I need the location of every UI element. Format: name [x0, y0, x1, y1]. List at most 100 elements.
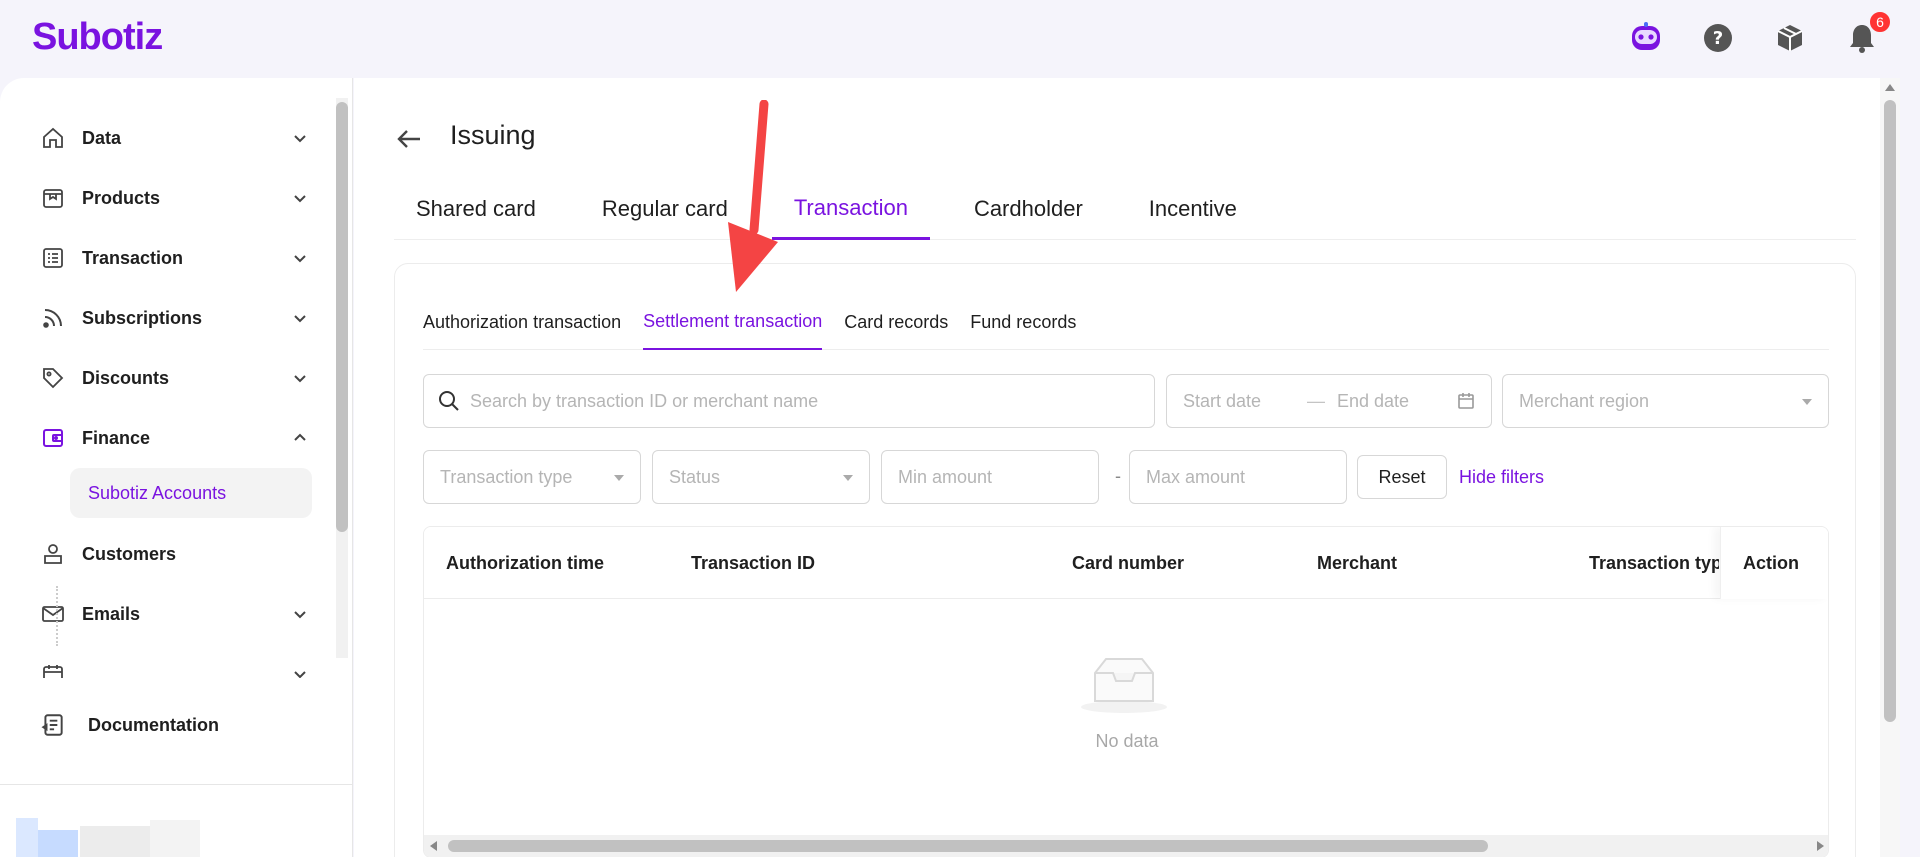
main-tabs: Shared card Regular card Transaction Car… [394, 178, 1856, 240]
sidebar-item-label: Data [82, 127, 122, 148]
chevron-down-icon [294, 315, 306, 323]
divider [0, 784, 352, 785]
sidebar-nav: Data Products Transaction Subscriptions [0, 108, 330, 678]
merchant-region-select[interactable]: Merchant region [1502, 374, 1829, 428]
sidebar-item-transaction[interactable]: Transaction [0, 228, 330, 288]
chevron-down-icon [294, 255, 306, 263]
top-icons: ? 6 [1628, 10, 1892, 56]
help-icon[interactable]: ? [1700, 20, 1736, 56]
chevron-up-icon [294, 433, 306, 441]
sidebar-scrollbar[interactable] [332, 78, 352, 678]
search-icon [439, 391, 459, 411]
search-input[interactable]: Search by transaction ID or merchant nam… [423, 374, 1155, 428]
sidebar-item-data[interactable]: Data [0, 108, 330, 168]
search-placeholder: Search by transaction ID or merchant nam… [470, 390, 819, 411]
tab-regular-card[interactable]: Regular card [580, 178, 750, 240]
caret-down-icon [1802, 399, 1812, 405]
column-header[interactable]: Transaction typ [1589, 553, 1719, 574]
subtab-settlement-transaction[interactable]: Settlement transaction [643, 294, 823, 350]
amount-range-separator: - [1115, 466, 1121, 486]
tab-shared-card[interactable]: Shared card [394, 178, 558, 240]
subtab-authorization-transaction[interactable]: Authorization transaction [423, 294, 621, 350]
sidebar-item-discounts[interactable]: Discounts [0, 348, 330, 408]
tab-transaction[interactable]: Transaction [771, 178, 930, 240]
sidebar-item-label: Finance [82, 427, 151, 448]
home-icon [40, 125, 66, 151]
user-icon [40, 541, 66, 567]
transactions-table: Authorization time Transaction ID Card n… [423, 526, 1829, 857]
tree-connector [56, 586, 58, 646]
sidebar-item-label: Emails [82, 603, 141, 624]
reset-button[interactable]: Reset [1357, 455, 1447, 499]
subtab-card-records[interactable]: Card records [844, 294, 948, 350]
tab-cardholder[interactable]: Cardholder [952, 178, 1105, 240]
transaction-type-select[interactable]: Transaction type [423, 450, 641, 504]
sidebar-subitem-subotiz-accounts[interactable]: Subotiz Accounts [70, 468, 312, 518]
end-date-field[interactable]: End date [1337, 391, 1409, 412]
scroll-left-icon[interactable] [430, 841, 437, 851]
chevron-down-icon [294, 135, 306, 143]
back-arrow-icon[interactable] [394, 124, 424, 154]
sidebar-item-label: Customers [82, 543, 177, 564]
date-range-picker[interactable]: Start date — End date [1166, 374, 1492, 428]
main-scrollbar[interactable] [1880, 78, 1900, 857]
empty-inbox-icon [1081, 658, 1167, 713]
sidebar-item-products[interactable]: Products [0, 168, 330, 228]
sub-tabs: Authorization transaction Settlement tra… [423, 294, 1829, 350]
scrollbar-thumb[interactable] [448, 840, 1488, 852]
max-amount-placeholder: Max amount [1146, 466, 1246, 487]
chevron-down-icon [294, 195, 306, 203]
caret-down-icon [843, 475, 853, 481]
sidebar-item-label: Subscriptions [82, 307, 203, 328]
min-amount-input[interactable]: Min amount [881, 450, 1099, 504]
start-date-field[interactable]: Start date [1183, 391, 1307, 412]
sidebar-item-partial[interactable] [0, 644, 330, 678]
assistant-bot-icon[interactable] [1628, 20, 1664, 56]
hide-filters-link[interactable]: Hide filters [1459, 467, 1544, 488]
chevron-down-icon [294, 671, 306, 678]
empty-state-text: No data [1095, 731, 1159, 751]
tag-icon [40, 365, 66, 391]
notification-badge: 6 [1868, 10, 1892, 34]
chevron-down-icon [294, 611, 306, 619]
column-header[interactable]: Authorization time [446, 553, 604, 574]
column-header[interactable]: Transaction ID [691, 553, 815, 574]
status-placeholder: Status [669, 466, 721, 487]
max-amount-input[interactable]: Max amount [1129, 450, 1347, 504]
product-icon [40, 185, 66, 211]
status-select[interactable]: Status [652, 450, 870, 504]
date-separator: — [1307, 390, 1325, 411]
calendar-icon [40, 661, 66, 678]
top-bar: Subotiz ? 6 [0, 0, 1920, 78]
rss-icon [40, 305, 66, 331]
column-header[interactable]: Card number [1072, 553, 1184, 574]
column-header[interactable]: Action [1743, 553, 1799, 574]
sidebar-item-subscriptions[interactable]: Subscriptions [0, 288, 330, 348]
min-amount-placeholder: Min amount [898, 466, 993, 487]
scroll-up-icon[interactable] [1885, 84, 1895, 91]
column-header[interactable]: Merchant [1317, 553, 1397, 574]
scroll-right-icon[interactable] [1817, 841, 1824, 851]
sidebar: Data Products Transaction Subscriptions [0, 78, 353, 857]
scrollbar-thumb[interactable] [1884, 100, 1896, 722]
account-avatar[interactable] [16, 818, 212, 857]
sidebar-item-finance[interactable]: Finance [0, 408, 330, 468]
table-header: Authorization time Transaction ID Card n… [424, 527, 1828, 599]
sidebar-item-customers[interactable]: Customers [0, 524, 330, 584]
sidebar-item-label: Products [82, 187, 161, 208]
page-title: Issuing [450, 120, 536, 150]
merchant-region-placeholder: Merchant region [1519, 390, 1650, 411]
tab-incentive[interactable]: Incentive [1127, 178, 1259, 240]
scrollbar-thumb[interactable] [336, 102, 348, 532]
subtab-fund-records[interactable]: Fund records [970, 294, 1076, 350]
logo[interactable]: Subotiz [32, 16, 163, 59]
table-horizontal-scrollbar[interactable] [424, 835, 1828, 857]
sidebar-item-label: Transaction [82, 247, 184, 268]
bell-icon[interactable]: 6 [1844, 10, 1892, 56]
documentation-label: Documentation [88, 714, 220, 735]
sidebar-item-emails[interactable]: Emails [0, 584, 330, 644]
list-icon [40, 245, 66, 271]
document-icon [40, 712, 66, 738]
package-icon[interactable] [1772, 20, 1808, 56]
documentation-link[interactable]: Documentation [40, 705, 219, 745]
